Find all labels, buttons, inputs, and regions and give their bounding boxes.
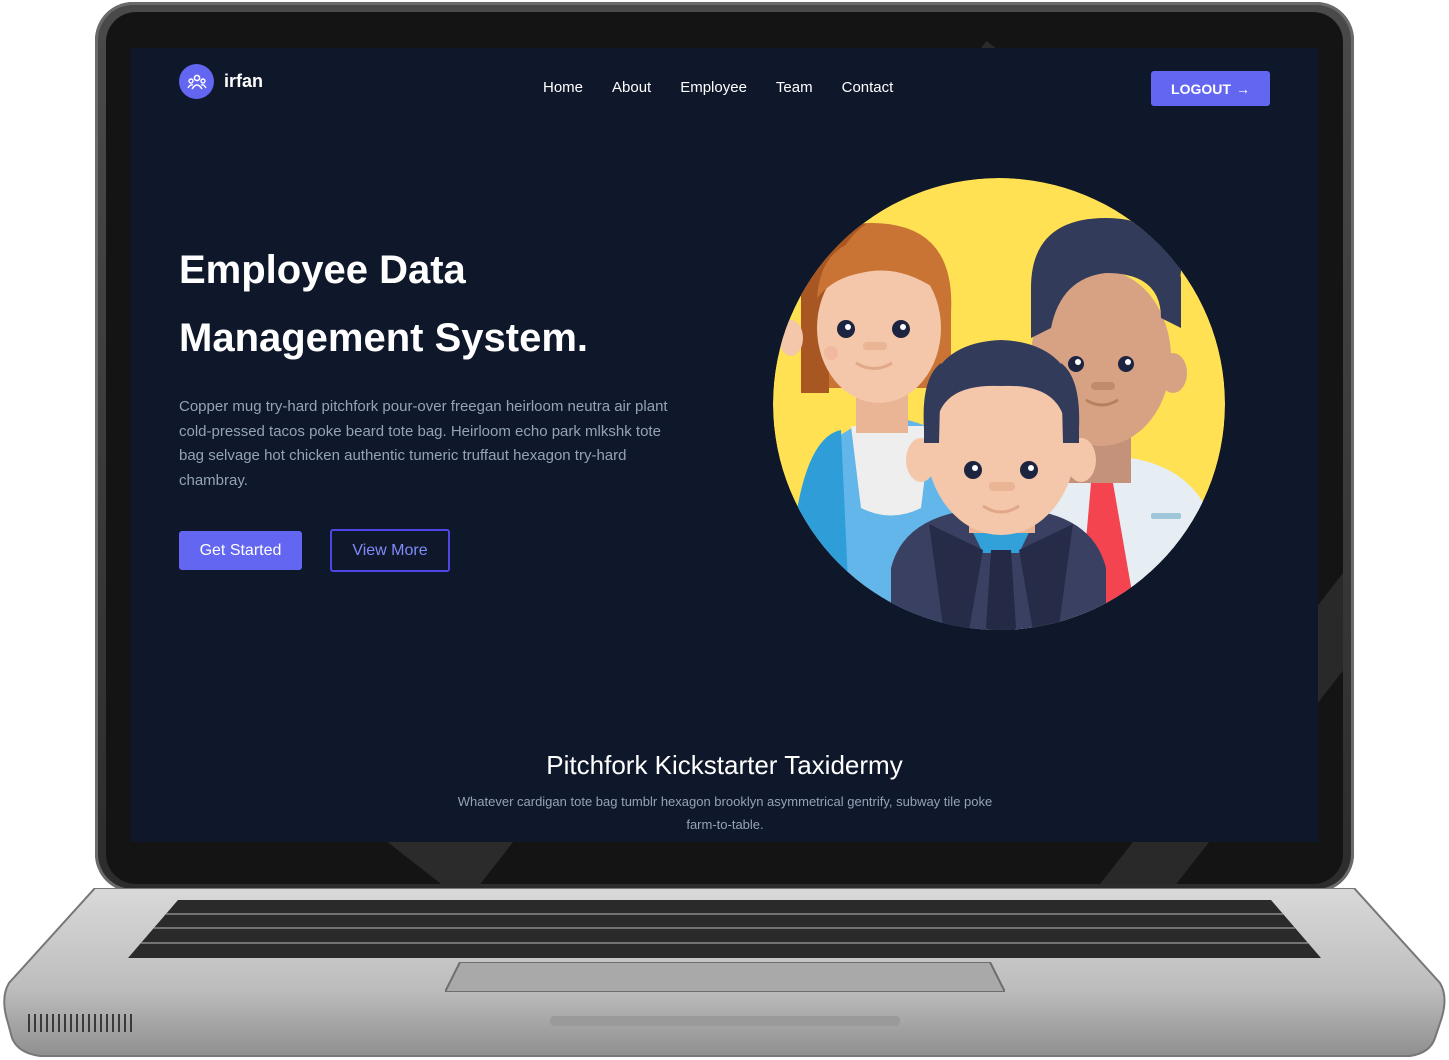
view-more-button[interactable]: View More <box>330 529 450 572</box>
logout-label: LOGOUT <box>1171 80 1231 97</box>
nav-link-about[interactable]: About <box>612 79 651 96</box>
arrow-right-icon: → <box>1235 80 1250 97</box>
nav-link-contact[interactable]: Contact <box>842 79 894 96</box>
team-logo-icon <box>179 64 214 99</box>
logo[interactable]: irfan <box>179 64 263 99</box>
website-screen: irfan Home About Employee Team Contact L… <box>131 48 1318 842</box>
section-description: Whatever cardigan tote bag tumblr hexago… <box>457 794 993 832</box>
employees-illustration <box>773 178 1225 630</box>
brand-name: irfan <box>224 71 264 91</box>
section-title: Pitchfork Kickstarter Taxidermy <box>546 750 903 780</box>
navbar: irfan Home About Employee Team Contact L… <box>131 48 1318 138</box>
laptop-keyboard <box>128 900 1321 958</box>
get-started-button[interactable]: Get Started <box>179 531 302 570</box>
hero-title: Employee Data Management System. <box>179 236 588 372</box>
nav-link-employee[interactable]: Employee <box>680 79 747 96</box>
nav-menu: Home About Employee Team Contact <box>543 79 893 96</box>
logout-button[interactable]: LOGOUT → <box>1151 71 1270 106</box>
laptop-touchpad <box>445 962 1005 992</box>
hero-title-line1: Employee Data <box>179 248 466 292</box>
nav-link-home[interactable]: Home <box>543 79 583 96</box>
hero-title-line2: Management System. <box>179 316 589 360</box>
hero-description: Copper mug try-hard pitchfork pour-over … <box>179 398 668 489</box>
nav-link-team[interactable]: Team <box>776 79 813 96</box>
laptop-vent <box>28 1014 132 1032</box>
